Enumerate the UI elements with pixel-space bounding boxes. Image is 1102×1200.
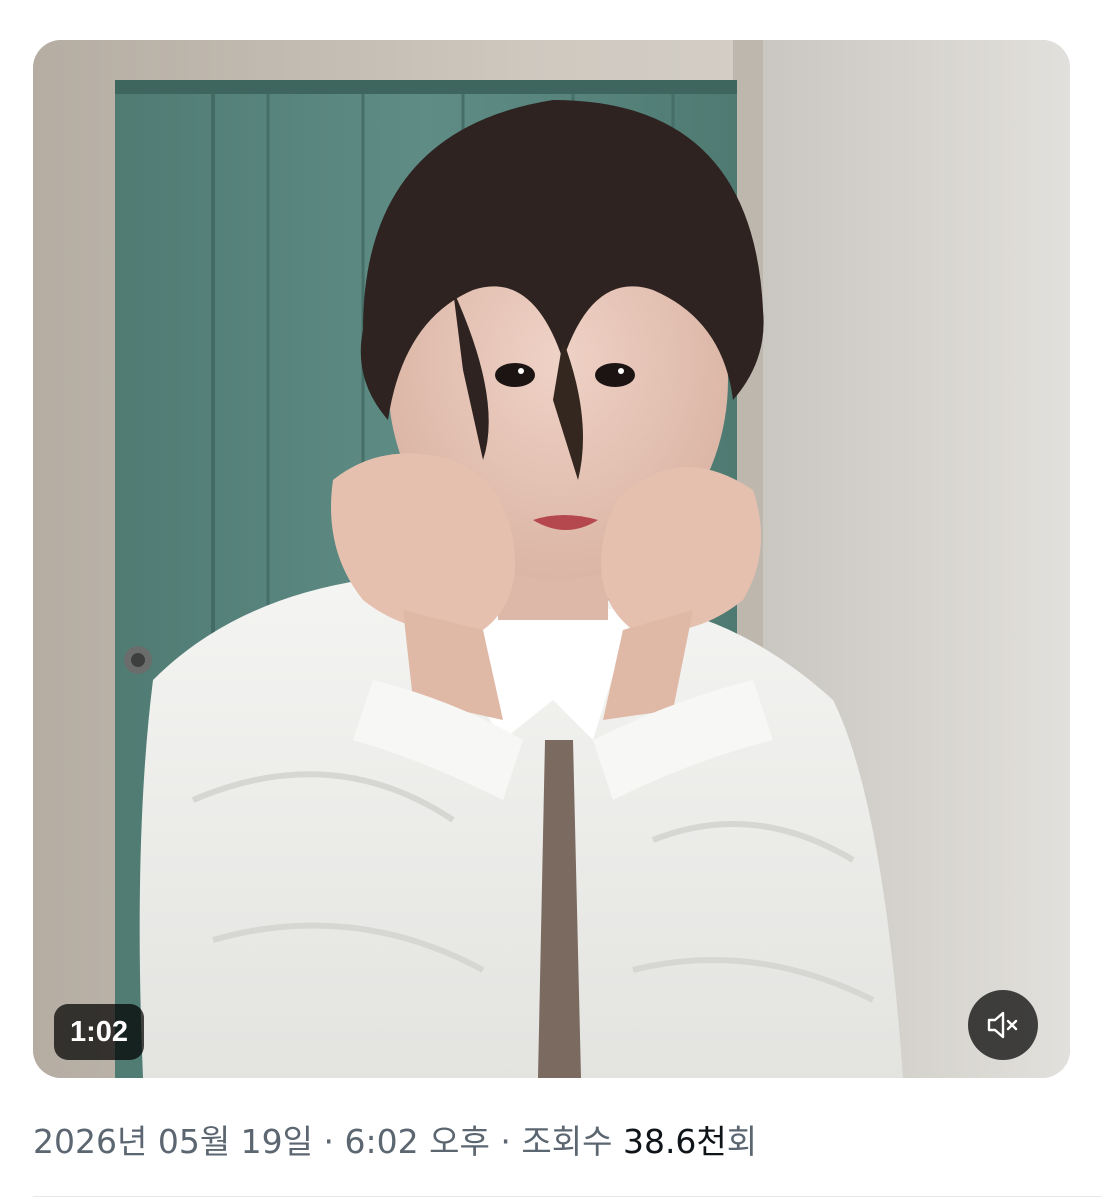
views-label: 조회수 xyxy=(521,1122,613,1161)
divider xyxy=(33,1196,1102,1197)
video-duration-badge: 1:02 xyxy=(54,1004,144,1060)
meta-separator: · xyxy=(500,1122,511,1161)
views-suffix: 회 xyxy=(726,1122,758,1161)
video-frame[interactable] xyxy=(33,40,1070,1078)
views-count-value: 38.6천 xyxy=(622,1122,727,1161)
mute-toggle-button[interactable] xyxy=(968,990,1038,1060)
post-time: 6:02 오후 xyxy=(344,1122,490,1161)
views-count[interactable]: 38.6천 xyxy=(623,1122,727,1161)
post-media-view: 1:02 2026년 05월 19일 · 6:02 오후 · 조회수 38.6천… xyxy=(0,0,1102,1200)
meta-separator: · xyxy=(323,1122,335,1161)
speaker-muted-icon xyxy=(987,1011,1018,1039)
post-date: 2026년 05월 19일 xyxy=(33,1122,314,1161)
video-player[interactable]: 1:02 xyxy=(33,40,1070,1078)
post-meta-line: 2026년 05월 19일 · 6:02 오후 · 조회수 38.6천회 xyxy=(33,1112,757,1172)
